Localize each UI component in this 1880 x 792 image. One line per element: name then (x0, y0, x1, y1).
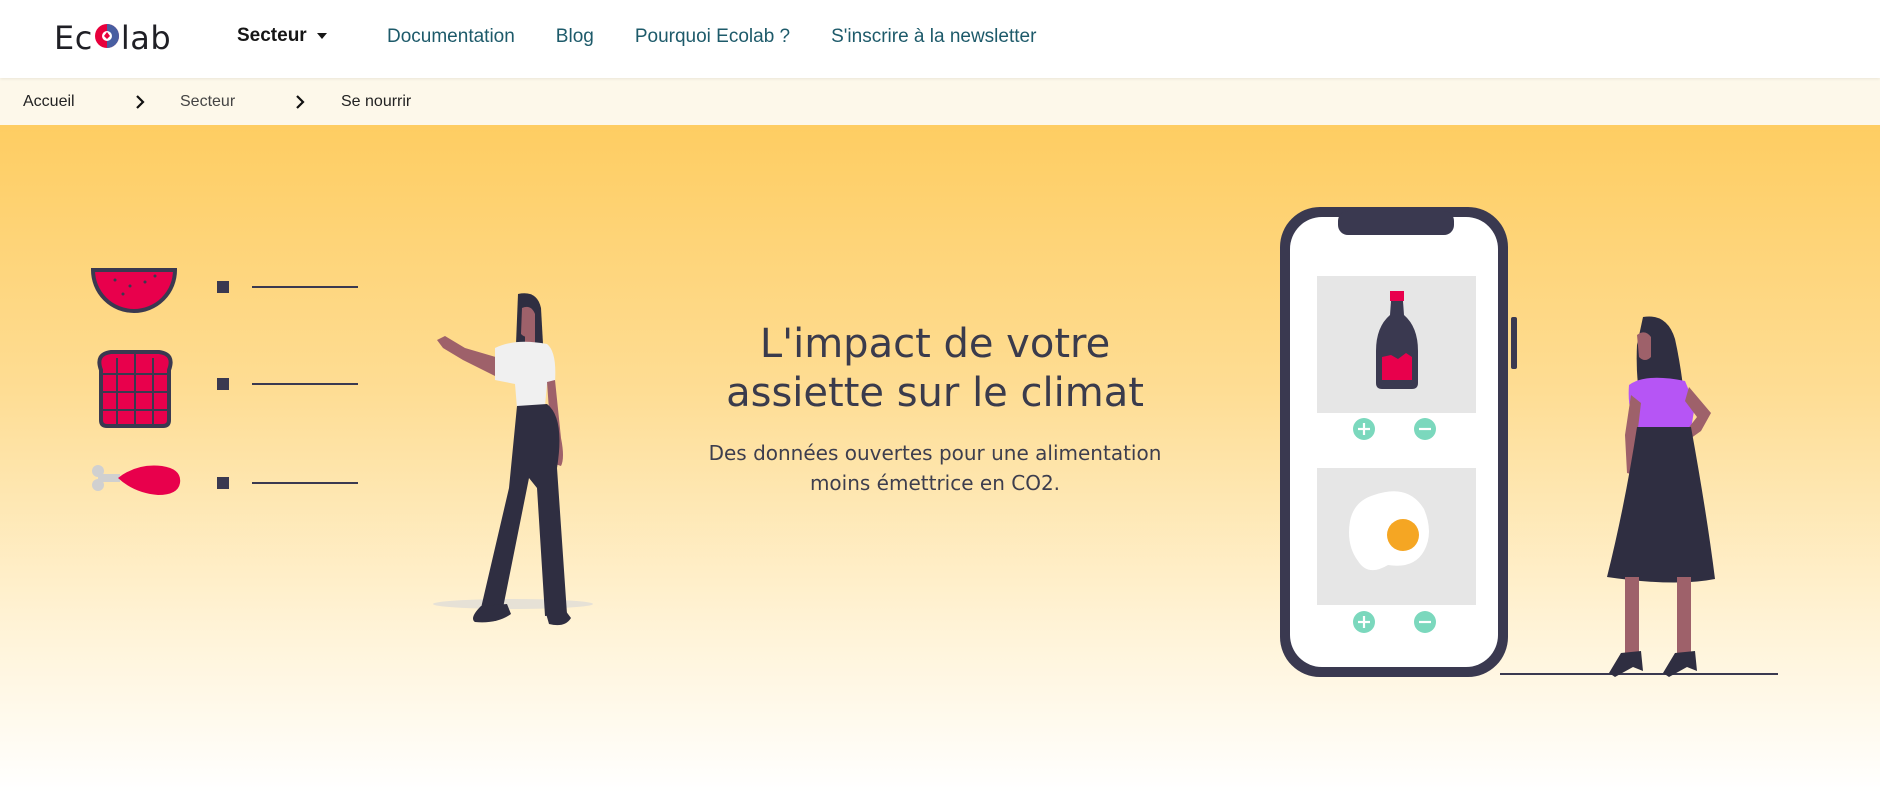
nav-link-documentation[interactable]: Documentation (387, 26, 515, 48)
drumstick-icon (92, 465, 181, 495)
hero-section: L'impact de votre assiette sur le climat… (0, 125, 1880, 792)
plus-icon (1353, 418, 1375, 440)
nav-link-newsletter[interactable]: S'inscrire à la newsletter (831, 26, 1036, 48)
food-list-illustration (90, 268, 358, 495)
caret-down-icon (316, 33, 327, 39)
hero-subtitle: Des données ouvertes pour une alimentati… (708, 441, 1162, 495)
plus-icon (1353, 611, 1375, 633)
breadcrumb: Accueil Secteur Se nourrir (0, 78, 1880, 125)
woman-pointing-illustration (433, 293, 593, 626)
nav-link-pourquoi-ecolab[interactable]: Pourquoi Ecolab ? (635, 26, 790, 48)
globe-icon (94, 24, 119, 48)
minus-icon (1414, 418, 1436, 440)
chevron-right-icon (296, 95, 305, 109)
logo-text-right: lab (120, 19, 172, 57)
toast-icon (97, 350, 173, 428)
chevron-right-icon (136, 95, 145, 109)
breadcrumb-item-current: Se nourrir (341, 93, 412, 110)
watermelon-icon (90, 268, 178, 313)
main-nav: Documentation Blog Pourquoi Ecolab ? S'i… (387, 26, 1077, 48)
hero-title: L'impact de votre assiette sur le climat (726, 321, 1144, 416)
breadcrumb-item-accueil[interactable]: Accueil (23, 93, 75, 111)
top-navbar: Ec lab Secteur Documentation Blog Pourqu… (0, 0, 1880, 78)
logo-text-left: Ec (54, 19, 93, 57)
secteur-dropdown[interactable]: Secteur (237, 25, 327, 47)
minus-icon (1414, 611, 1436, 633)
ecolab-logo[interactable]: Ec lab (54, 18, 171, 58)
phone-illustration (1280, 207, 1517, 677)
egg-icon (1349, 491, 1429, 571)
breadcrumb-item-secteur[interactable]: Secteur (180, 93, 235, 111)
nav-link-blog[interactable]: Blog (556, 26, 594, 48)
woman-standing-illustration (1607, 316, 1715, 677)
secteur-label: Secteur (237, 25, 307, 46)
